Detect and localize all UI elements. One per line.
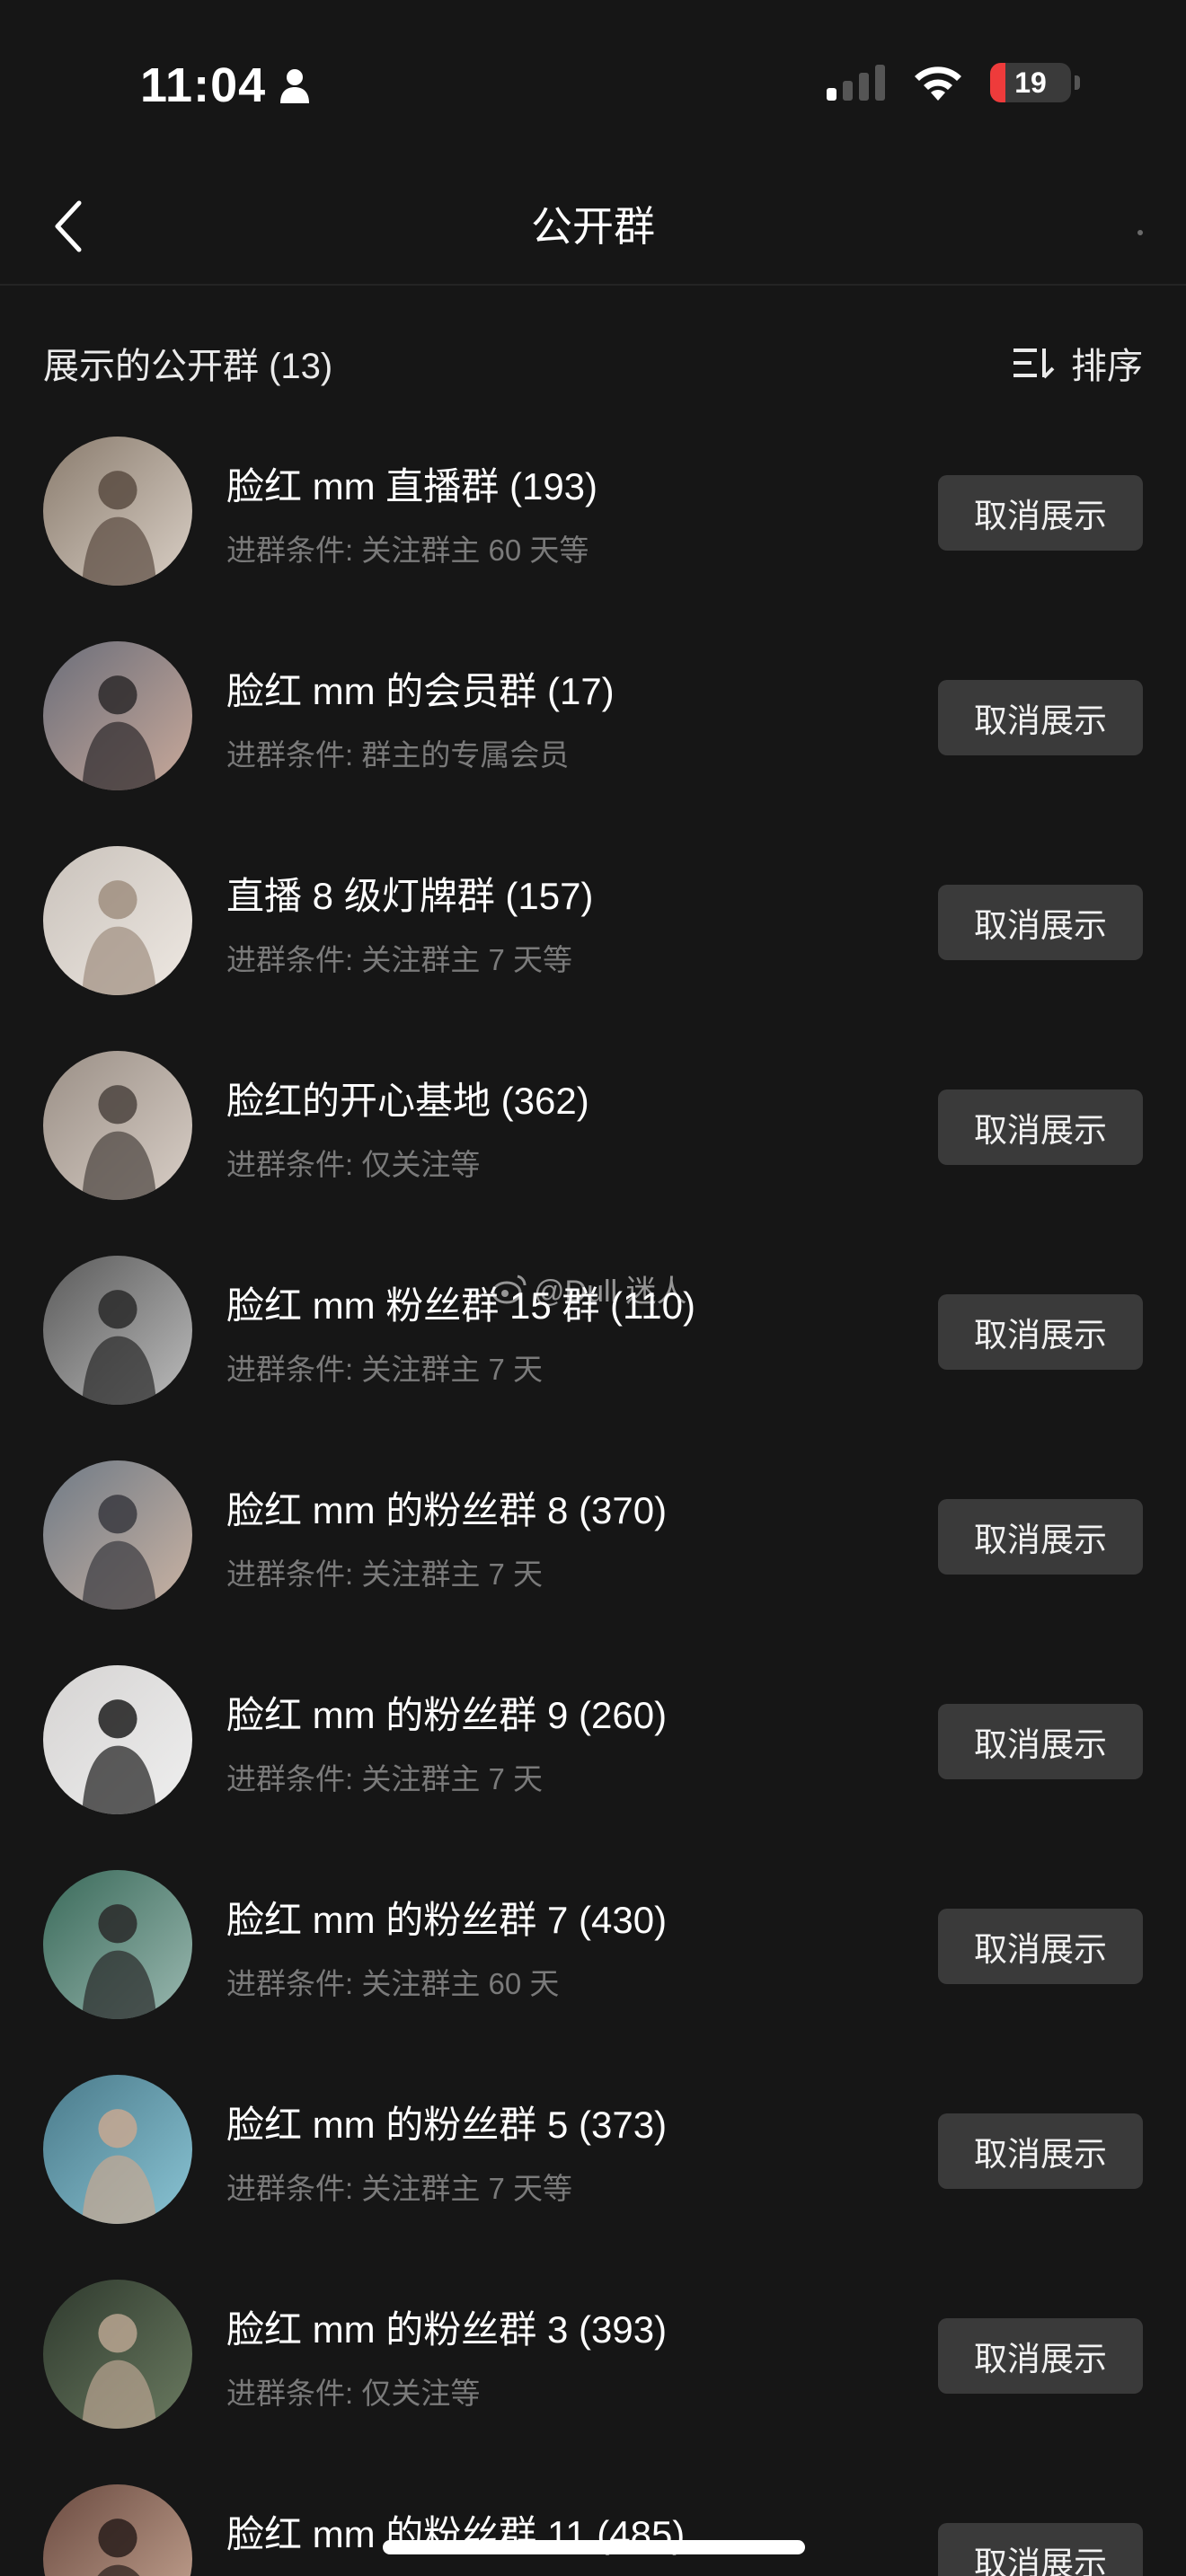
section-header: 展示的公开群 (13) 排序 <box>43 334 1143 392</box>
group-name: 脸红 mm 的粉丝群 3 (393) <box>226 2308 668 2351</box>
avatar-image <box>43 2075 192 2224</box>
group-join-condition: 进群条件: 关注群主 7 天等 <box>226 943 573 976</box>
watermark-text: @Dull 迷人 <box>534 1275 687 1309</box>
group-name: 脸红 mm 的粉丝群 7 (430) <box>226 1899 668 1941</box>
home-indicator[interactable] <box>383 2540 805 2554</box>
group-avatar[interactable] <box>43 1665 192 1814</box>
group-join-condition: 进群条件: 关注群主 7 天等 <box>226 2172 573 2205</box>
battery-percent: 19 <box>1014 66 1047 99</box>
avatar-image <box>43 2484 192 2576</box>
status-time-text: 11:04 <box>140 58 267 112</box>
cancel-display-button[interactable]: 取消展示 <box>938 475 1143 551</box>
group-join-condition: 进群条件: 关注群主 7 天 <box>226 1762 544 1795</box>
group-avatar[interactable] <box>43 1051 192 1200</box>
avatar-image <box>43 1870 192 2019</box>
cancel-display-button[interactable]: 取消展示 <box>938 2523 1143 2576</box>
group-row[interactable]: 脸红 mm 直播群 (193) 进群条件: 关注群主 60 天等 取消展示 <box>0 431 1186 636</box>
group-row[interactable]: 脸红 mm 的粉丝群 5 (373) 进群条件: 关注群主 7 天等 取消展示 <box>0 2069 1186 2274</box>
group-name: 脸红 mm 直播群 (193) <box>226 465 598 507</box>
cancel-display-button[interactable]: 取消展示 <box>938 1090 1143 1165</box>
status-bar: 11:04 19 <box>0 0 1186 171</box>
avatar-image <box>43 437 192 586</box>
group-name: 脸红 mm 的粉丝群 5 (373) <box>226 2104 668 2146</box>
group-join-condition: 进群条件: 仅关注等 <box>226 2377 481 2410</box>
group-join-condition: 进群条件: 关注群主 7 天 <box>226 1557 544 1591</box>
group-join-condition: 进群条件: 仅关注等 <box>226 1148 481 1181</box>
group-join-condition: 进群条件: 关注群主 60 天 <box>226 1967 560 2000</box>
more-indicator <box>1137 230 1143 235</box>
group-row[interactable]: 脸红 mm 的粉丝群 11 (485) 取消展示 <box>0 2479 1186 2576</box>
group-name: 脸红 mm 的粉丝群 8 (370) <box>226 1489 668 1531</box>
cancel-display-button[interactable]: 取消展示 <box>938 1704 1143 1779</box>
group-avatar[interactable] <box>43 641 192 790</box>
group-name: 脸红 mm 的粉丝群 9 (260) <box>226 1694 668 1736</box>
avatar-image <box>43 1256 192 1405</box>
avatar-image <box>43 1460 192 1610</box>
group-name: 直播 8 级灯牌群 (157) <box>226 875 594 917</box>
group-avatar[interactable] <box>43 846 192 995</box>
battery-cap <box>1075 75 1080 90</box>
cancel-display-button[interactable]: 取消展示 <box>938 1909 1143 1984</box>
group-row[interactable]: 直播 8 级灯牌群 (157) 进群条件: 关注群主 7 天等 取消展示 <box>0 841 1186 1045</box>
group-avatar[interactable] <box>43 2484 192 2576</box>
group-join-condition: 进群条件: 群主的专属会员 <box>226 738 570 772</box>
nav-bar: 公开群 <box>0 171 1186 286</box>
group-name: 脸红 mm 的会员群 (17) <box>226 670 615 712</box>
status-icons: 19 <box>827 63 1080 102</box>
group-list: 脸红 mm 直播群 (193) 进群条件: 关注群主 60 天等 取消展示 脸红 mm… <box>0 431 1186 2576</box>
avatar-image <box>43 2280 192 2429</box>
group-row[interactable]: 脸红 mm 的粉丝群 9 (260) 进群条件: 关注群主 7 天 取消展示 <box>0 1660 1186 1865</box>
avatar-image <box>43 1051 192 1200</box>
group-row[interactable]: 脸红的开心基地 (362) 进群条件: 仅关注等 取消展示 <box>0 1045 1186 1250</box>
status-time: 11:04 <box>140 57 311 113</box>
cancel-display-button[interactable]: 取消展示 <box>938 885 1143 960</box>
group-name: 脸红的开心基地 (362) <box>226 1080 589 1122</box>
sort-label: 排序 <box>1071 347 1143 386</box>
avatar-image <box>43 641 192 790</box>
group-row[interactable]: 脸红 mm 的粉丝群 8 (370) 进群条件: 关注群主 7 天 取消展示 <box>0 1455 1186 1660</box>
group-row[interactable]: 脸红 mm 的会员群 (17) 进群条件: 群主的专属会员 取消展示 <box>0 636 1186 841</box>
page-title: 公开群 <box>531 203 655 250</box>
battery-fill <box>990 63 1006 102</box>
group-avatar[interactable] <box>43 1870 192 2019</box>
group-avatar[interactable] <box>43 437 192 586</box>
avatar-image <box>43 846 192 995</box>
section-title: 展示的公开群 (13) <box>43 347 333 386</box>
cellular-signal-icon <box>827 65 885 101</box>
cancel-display-button[interactable]: 取消展示 <box>938 1294 1143 1370</box>
sort-button[interactable]: 排序 <box>1012 337 1143 389</box>
avatar-image <box>43 1665 192 1814</box>
group-join-condition: 进群条件: 关注群主 7 天 <box>226 1353 544 1386</box>
person-icon <box>280 69 310 103</box>
group-row[interactable]: 脸红 mm 的粉丝群 3 (393) 进群条件: 仅关注等 取消展示 <box>0 2274 1186 2479</box>
group-avatar[interactable] <box>43 2075 192 2224</box>
group-avatar[interactable] <box>43 2280 192 2429</box>
sort-icon <box>1013 348 1055 379</box>
cancel-display-button[interactable]: 取消展示 <box>938 2113 1143 2189</box>
cancel-display-button[interactable]: 取消展示 <box>938 2318 1143 2394</box>
group-join-condition: 进群条件: 关注群主 60 天等 <box>226 534 589 567</box>
wifi-icon <box>915 66 961 101</box>
group-avatar[interactable] <box>43 1460 192 1610</box>
group-avatar[interactable] <box>43 1256 192 1405</box>
weibo-icon <box>491 1275 527 1303</box>
watermark: @Dull 迷人 <box>491 1266 687 1310</box>
cancel-display-button[interactable]: 取消展示 <box>938 680 1143 755</box>
battery-icon: 19 <box>990 63 1071 102</box>
group-row[interactable]: 脸红 mm 的粉丝群 7 (430) 进群条件: 关注群主 60 天 取消展示 <box>0 1865 1186 2069</box>
cancel-display-button[interactable]: 取消展示 <box>938 1499 1143 1575</box>
